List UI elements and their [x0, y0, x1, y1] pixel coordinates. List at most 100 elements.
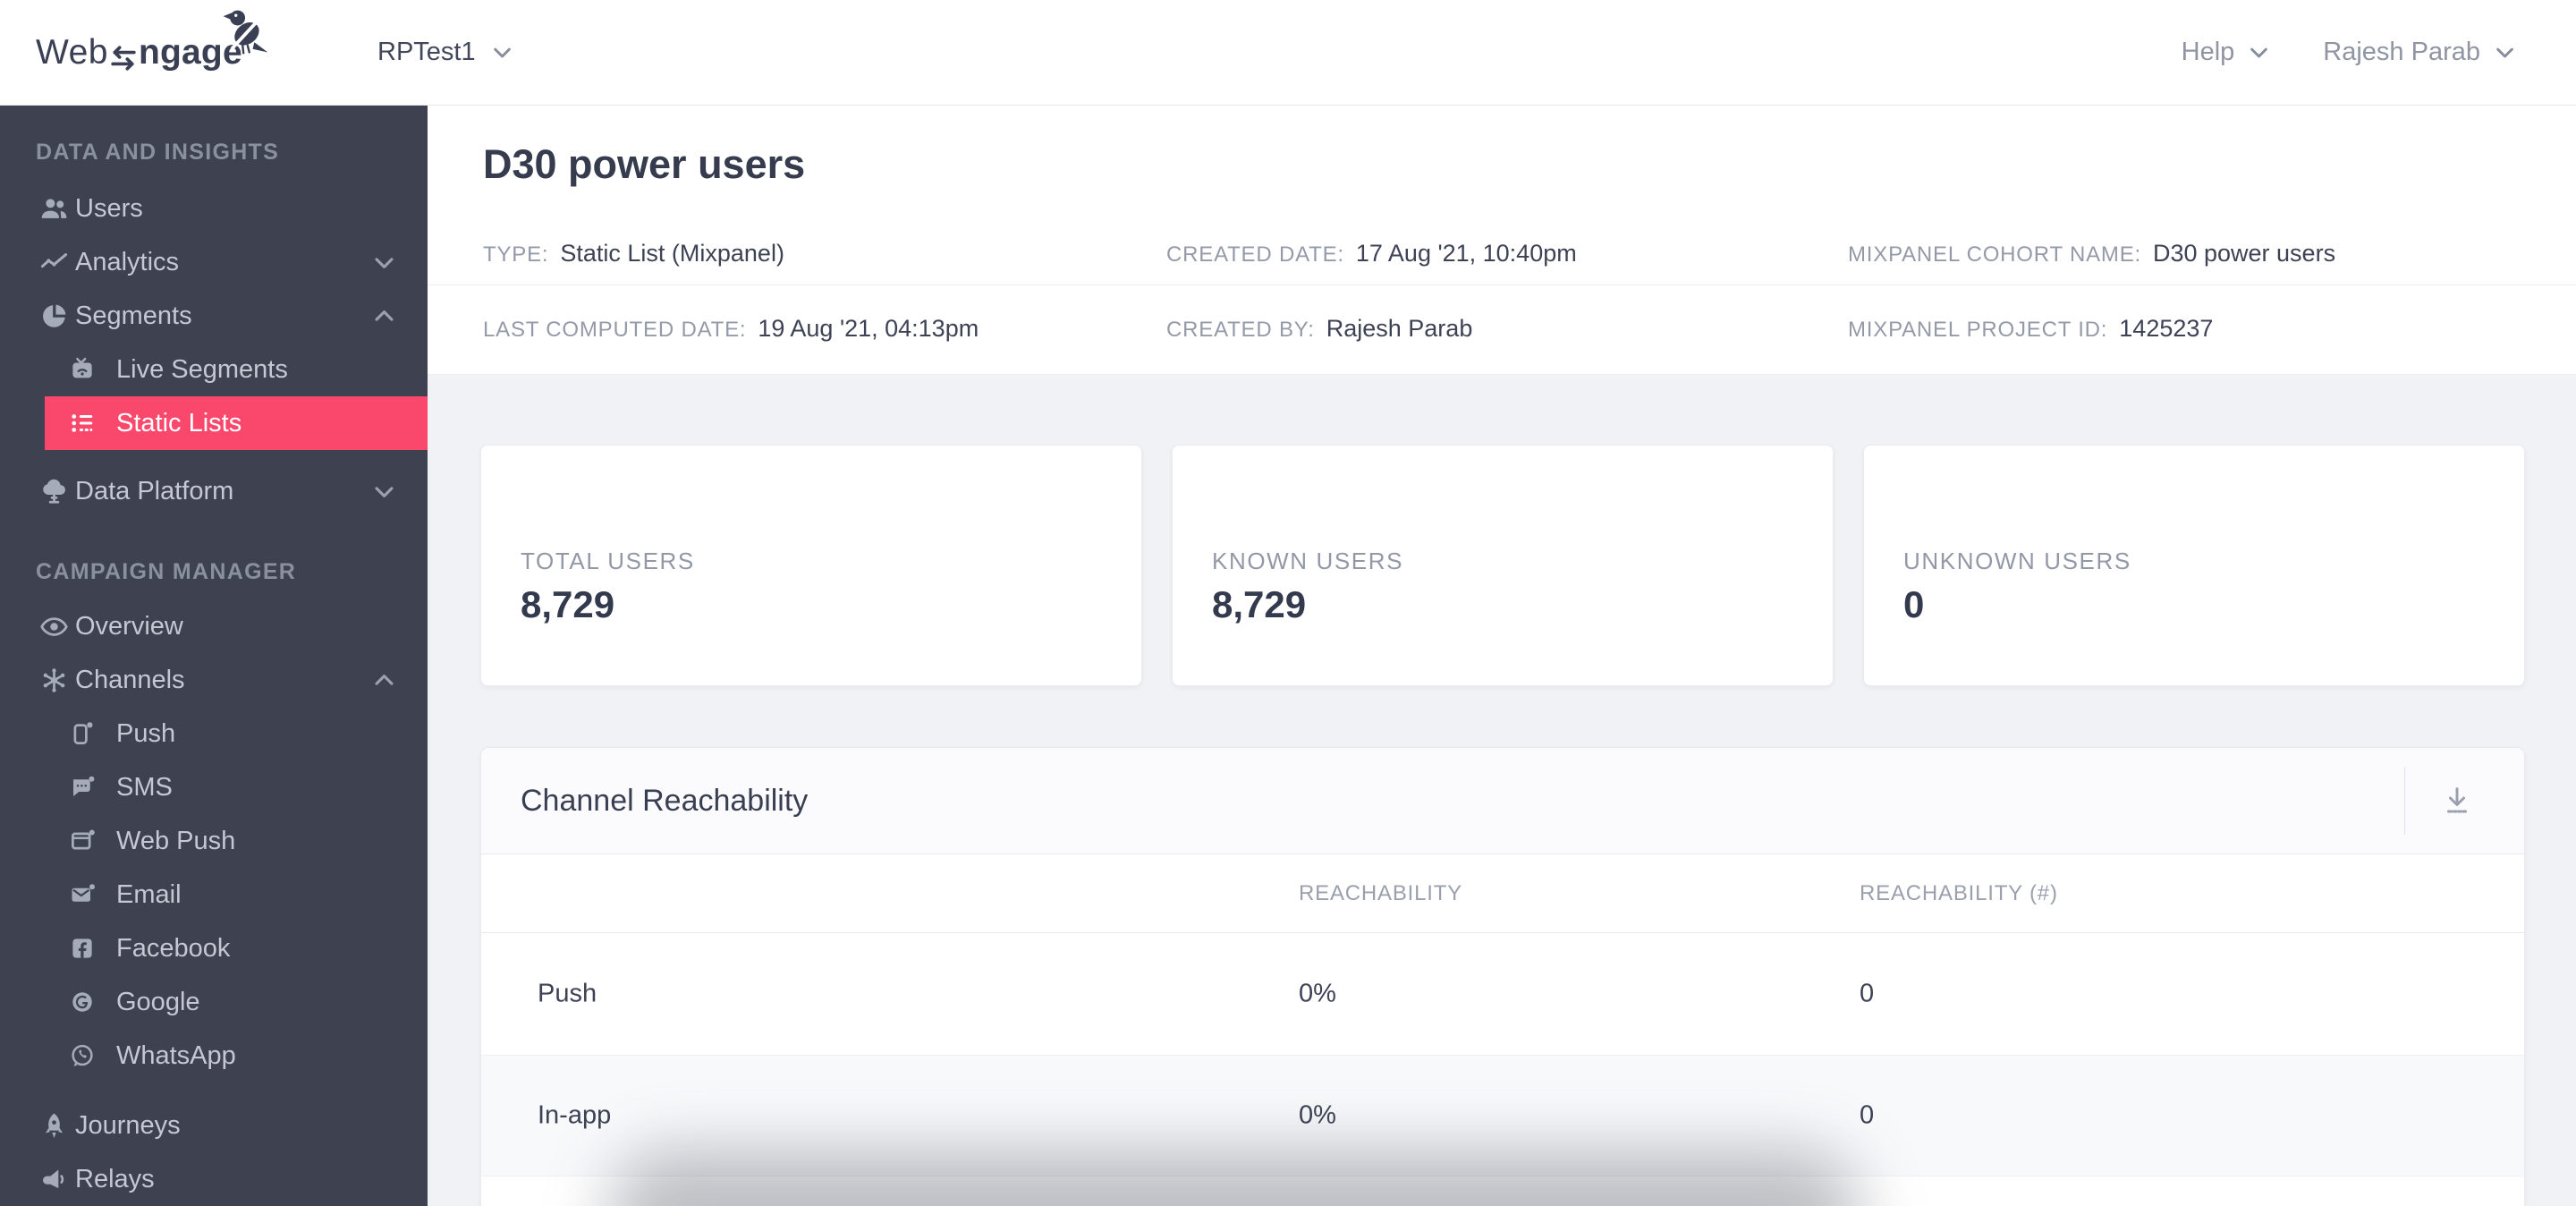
sidebar-item-label: Google: [116, 987, 200, 1016]
chevron-down-icon: [2496, 47, 2513, 58]
stat-card-value: 8,729: [521, 583, 615, 625]
reachability-pct: 0%: [1299, 1100, 1336, 1130]
meta-type: TYPE: Static List (Mixpanel): [483, 240, 784, 268]
panel-header-divider: [2404, 767, 2405, 835]
sidebar-item-google[interactable]: Google: [0, 975, 428, 1029]
meta-label: CREATED BY:: [1166, 318, 1315, 342]
column-header-reachability: REACHABILITY: [1299, 880, 1462, 905]
meta-last-computed: LAST COMPUTED DATE: 19 Aug '21, 04:13pm: [483, 315, 979, 343]
sidebar-item-web-push[interactable]: Web Push: [0, 814, 428, 868]
sidebar-item-label: Channels: [75, 665, 185, 694]
sidebar-item-label: Overview: [75, 611, 183, 641]
sidebar-item-label: Live Segments: [116, 354, 288, 384]
stat-card-unknown-users: UNKNOWN USERS 0: [1863, 445, 2525, 686]
sidebar-item-channels[interactable]: Channels: [0, 653, 428, 707]
table-header-row: REACHABILITY REACHABILITY (#): [481, 854, 2524, 933]
data-platform-icon: [32, 477, 75, 506]
sidebar-item-push[interactable]: Push: [0, 707, 428, 760]
stat-card-label: TOTAL USERS: [521, 548, 695, 574]
reachability-count: 0: [1860, 979, 1875, 1008]
sidebar-item-journeys[interactable]: Journeys: [0, 1099, 428, 1152]
sidebar-item-data-platform[interactable]: Data Platform: [0, 464, 428, 518]
sidebar-item-label: Analytics: [75, 247, 180, 276]
sidebar-item-static-lists[interactable]: Static Lists: [45, 396, 428, 450]
stat-card-label: UNKNOWN USERS: [1903, 548, 2131, 574]
channel-name: Push: [538, 979, 597, 1008]
meta-label: MIXPANEL PROJECT ID:: [1848, 318, 2108, 342]
meta-value: 1425237: [2119, 315, 2214, 342]
static-lists-icon: [69, 410, 103, 437]
sidebar-item-label: Email: [116, 879, 182, 909]
relays-icon: [32, 1165, 75, 1194]
help-menu[interactable]: Help: [2182, 38, 2272, 67]
project-name: RPTest1: [377, 38, 476, 66]
meta-value: 17 Aug '21, 10:40pm: [1355, 240, 1577, 267]
reachability-pct: 0%: [1299, 979, 1336, 1008]
meta-label: MIXPANEL COHORT NAME:: [1848, 242, 2141, 267]
sidebar-item-label: Relays: [75, 1164, 155, 1193]
meta-project-id: MIXPANEL PROJECT ID: 1425237: [1848, 315, 2213, 343]
download-icon: [2447, 787, 2468, 813]
sidebar-item-whatsapp[interactable]: WhatsApp: [0, 1029, 428, 1083]
chevron-up-icon: [375, 310, 394, 321]
sidebar-item-facebook[interactable]: Facebook: [0, 921, 428, 975]
bird-icon: [223, 10, 268, 55]
meta-cohort-name: MIXPANEL COHORT NAME: D30 power users: [1848, 240, 2335, 268]
chevron-down-icon: [375, 486, 394, 497]
table-row: Push 0% 0: [481, 933, 2524, 1056]
channels-icon: [32, 666, 75, 695]
sidebar-item-overview[interactable]: Overview: [0, 599, 428, 653]
panel-header: Channel Reachability: [481, 748, 2524, 854]
facebook-icon: [69, 935, 103, 962]
webengage-logo[interactable]: Web ngage: [36, 0, 268, 105]
meta-created-date: CREATED DATE: 17 Aug '21, 10:40pm: [1166, 240, 1577, 268]
page-title: D30 power users: [483, 141, 806, 187]
sidebar-item-live-segments[interactable]: Live Segments: [0, 343, 428, 396]
sidebar-item-sms[interactable]: SMS: [0, 760, 428, 814]
column-header-reachability-count: REACHABILITY (#): [1860, 880, 2058, 905]
reachability-count: 0: [1860, 1100, 1875, 1130]
sidebar-item-label: Static Lists: [116, 408, 242, 437]
sidebar: DATA AND INSIGHTS Users Analytics Segmen…: [0, 106, 428, 1206]
meta-value: Static List (Mixpanel): [560, 240, 784, 267]
download-button[interactable]: [2428, 771, 2487, 830]
sidebar-item-label: Data Platform: [75, 476, 234, 505]
sidebar-item-label: SMS: [116, 772, 173, 802]
google-icon: [69, 989, 103, 1015]
stat-card-total-users: TOTAL USERS 8,729: [480, 445, 1142, 686]
sidebar-item-segments[interactable]: Segments: [0, 289, 428, 343]
webengage-wordmark: Web ngage: [36, 10, 268, 72]
logo-arrows-icon: [111, 45, 136, 71]
user-name: Rajesh Parab: [2323, 38, 2480, 66]
topbar-right-menu: Help Rajesh Parab: [2182, 0, 2517, 105]
user-menu[interactable]: Rajesh Parab: [2323, 38, 2517, 67]
sidebar-item-label: Facebook: [116, 933, 231, 963]
stat-card-value: 8,729: [1212, 583, 1307, 625]
sidebar-item-label: Push: [116, 718, 176, 748]
sidebar-item-analytics[interactable]: Analytics: [0, 235, 428, 289]
project-selector[interactable]: RPTest1: [377, 0, 514, 105]
meta-label: TYPE:: [483, 242, 549, 267]
sms-icon: [69, 774, 103, 801]
sidebar-item-label: Segments: [75, 301, 192, 330]
meta-label: CREATED DATE:: [1166, 242, 1344, 267]
sidebar-item-email[interactable]: Email: [0, 868, 428, 921]
stat-card-label: KNOWN USERS: [1212, 548, 1404, 574]
chevron-down-icon: [375, 257, 394, 268]
channel-reachability-panel: Channel Reachability REACHABILITY REACHA…: [480, 747, 2525, 1206]
section-title-campaign-manager: CAMPAIGN MANAGER: [36, 559, 297, 584]
sidebar-item-label: Users: [75, 193, 143, 223]
topbar: Web ngage RPTest1 Help Rajesh Parab: [0, 0, 2576, 106]
meta-created-by: CREATED BY: Rajesh Parab: [1166, 315, 1472, 343]
logo-text-web: Web: [36, 32, 108, 72]
meta-value: D30 power users: [2152, 240, 2336, 267]
analytics-icon: [32, 248, 75, 277]
stat-card-value: 0: [1903, 583, 1925, 625]
chevron-down-icon: [493, 47, 511, 58]
email-icon: [69, 881, 103, 908]
sidebar-item-users[interactable]: Users: [0, 182, 428, 235]
sidebar-item-label: Web Push: [116, 826, 236, 855]
content-area: TOTAL USERS 8,729 KNOWN USERS 8,729 UNKN…: [428, 375, 2576, 1206]
sidebar-item-label: Journeys: [75, 1110, 181, 1140]
sidebar-item-relays[interactable]: Relays: [0, 1152, 428, 1206]
